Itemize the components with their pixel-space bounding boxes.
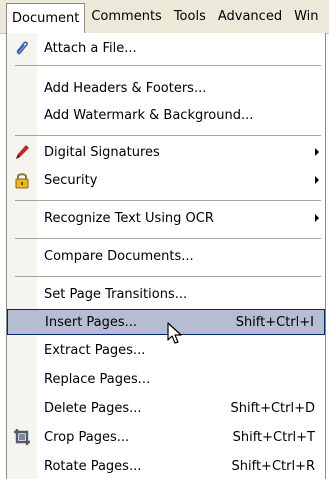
menu-item-extract-pages[interactable]: Extract Pages... — [7, 337, 325, 363]
menu-window[interactable]: Win — [288, 0, 324, 33]
paperclip-icon — [13, 39, 31, 57]
menu-item-rotate-pages[interactable]: Rotate Pages... Shift+Ctrl+R — [7, 453, 325, 479]
submenu-arrow-icon — [315, 214, 319, 222]
crop-icon — [13, 428, 31, 446]
menu-item-insert-pages[interactable]: Insert Pages... Shift+Ctrl+I — [7, 309, 325, 335]
menu-tools[interactable]: Tools — [168, 0, 212, 33]
menu-item-shortcut: Shift+Ctrl+T — [232, 429, 315, 445]
menu-item-add-watermark-background[interactable]: Add Watermark & Background... — [7, 102, 325, 128]
lock-icon — [13, 171, 31, 189]
menu-item-label: Compare Documents... — [44, 248, 194, 264]
menu-bar: Document Comments Tools Advanced Win — [0, 0, 329, 34]
menu-item-shortcut: Shift+Ctrl+I — [235, 314, 314, 330]
menu-item-replace-pages[interactable]: Replace Pages... — [7, 366, 325, 392]
menu-item-shortcut: Shift+Ctrl+D — [230, 400, 315, 416]
menu-item-compare-documents[interactable]: Compare Documents... — [7, 243, 325, 269]
separator — [15, 200, 321, 201]
menu-item-label: Crop Pages... — [44, 429, 130, 445]
menu-item-digital-signatures[interactable]: Digital Signatures — [7, 139, 325, 165]
separator — [15, 65, 321, 66]
mouse-cursor-icon — [167, 322, 183, 350]
document-menu-dropdown: Attach a File... Add Headers & Footers..… — [6, 33, 326, 479]
separator — [15, 238, 321, 239]
menu-item-attach-file[interactable]: Attach a File... — [7, 35, 325, 61]
submenu-arrow-icon — [315, 176, 319, 184]
menu-item-label: Recognize Text Using OCR — [44, 210, 214, 226]
menu-item-set-page-transitions[interactable]: Set Page Transitions... — [7, 281, 325, 307]
menu-item-security[interactable]: Security — [7, 167, 325, 193]
menu-item-label: Security — [44, 172, 98, 188]
menu-document[interactable]: Document — [6, 3, 86, 33]
menu-advanced[interactable]: Advanced — [212, 0, 288, 33]
menu-item-crop-pages[interactable]: Crop Pages... Shift+Ctrl+T — [7, 424, 325, 450]
menu-item-recognize-text-ocr[interactable]: Recognize Text Using OCR — [7, 205, 325, 231]
menu-item-label: Attach a File... — [44, 40, 137, 56]
menu-item-label: Replace Pages... — [44, 371, 151, 387]
menu-item-shortcut: Shift+Ctrl+R — [231, 458, 316, 474]
menu-item-label: Rotate Pages... — [44, 458, 142, 474]
menu-item-label: Set Page Transitions... — [44, 286, 188, 302]
menu-item-delete-pages[interactable]: Delete Pages... Shift+Ctrl+D — [7, 395, 325, 421]
menu-item-label: Add Watermark & Background... — [44, 107, 254, 123]
menu-item-label: Add Headers & Footers... — [44, 80, 207, 96]
menu-comments[interactable]: Comments — [85, 0, 167, 33]
separator — [15, 276, 321, 277]
pen-icon — [13, 143, 31, 161]
menu-item-label: Delete Pages... — [44, 400, 142, 416]
separator — [15, 135, 321, 136]
menu-item-add-headers-footers[interactable]: Add Headers & Footers... — [7, 75, 325, 101]
menu-item-label: Insert Pages... — [45, 314, 138, 330]
menu-item-label: Digital Signatures — [44, 144, 160, 160]
menu-item-label: Extract Pages... — [44, 342, 146, 358]
submenu-arrow-icon — [315, 148, 319, 156]
